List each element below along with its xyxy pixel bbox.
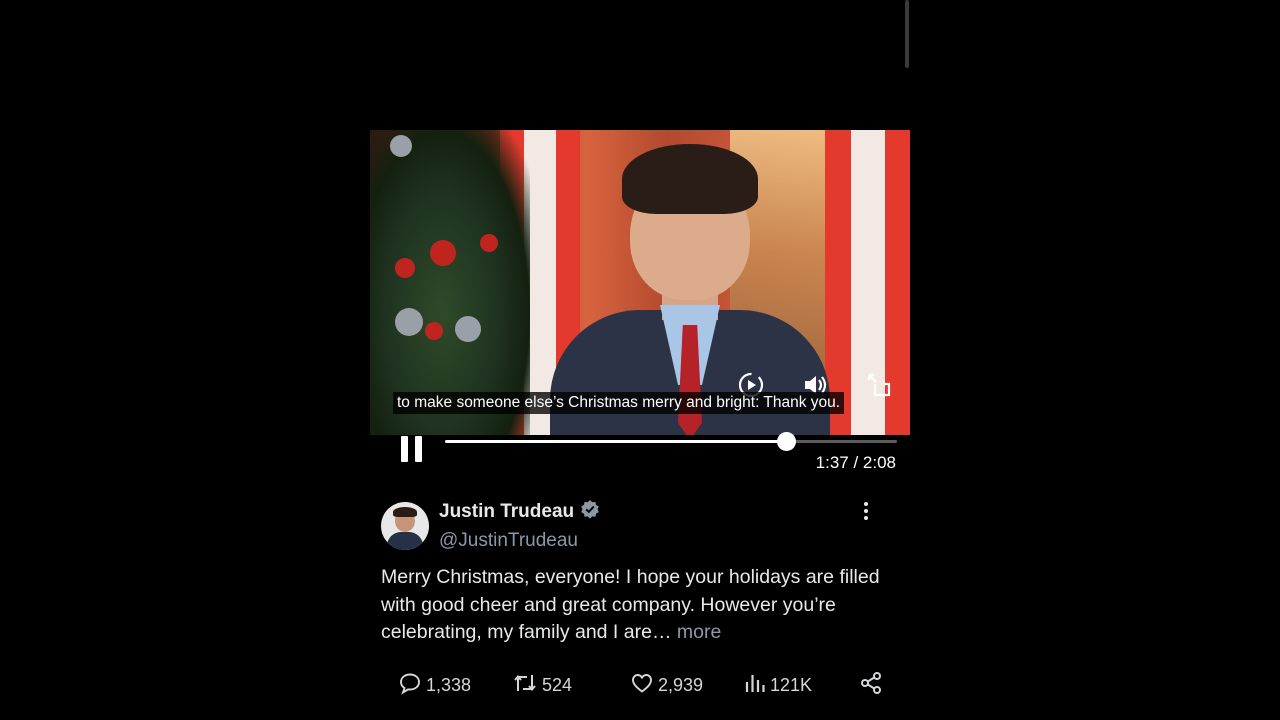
reply-icon	[398, 671, 422, 700]
heart-icon	[630, 671, 654, 700]
fullscreen-icon[interactable]	[864, 370, 894, 400]
views-count: 121K	[770, 674, 813, 695]
video-caption: to make someone else’s Christmas merry a…	[393, 392, 845, 414]
author-row: Justin Trudeau	[439, 499, 600, 524]
video-progress-bar[interactable]	[445, 432, 897, 451]
video-progress-fill	[445, 440, 787, 443]
avatar[interactable]	[381, 502, 429, 550]
tweet-body: Merry Christmas, everyone! I hope your h…	[381, 566, 880, 643]
tweet-detail: to make someone else’s Christmas merry a…	[370, 0, 910, 720]
video-scrubber-handle[interactable]	[777, 432, 797, 451]
retweet-button[interactable]: 524	[512, 670, 572, 700]
reply-count: 1,338	[426, 674, 472, 695]
like-button[interactable]: 2,939	[630, 670, 703, 700]
retweet-icon	[512, 671, 538, 700]
video-frame-tree	[370, 130, 530, 435]
action-bar: 1,338 524 2,939 121K	[370, 670, 910, 700]
show-more-link[interactable]: more	[677, 621, 721, 643]
video-time: 1:37 / 2:08	[815, 453, 896, 472]
video-player[interactable]: to make someone else’s Christmas merry a…	[370, 130, 910, 435]
reply-button[interactable]: 1,338	[398, 670, 471, 700]
author-name[interactable]: Justin Trudeau	[439, 501, 574, 523]
views-button[interactable]: 121K	[744, 670, 812, 700]
video-frame-speaker	[550, 140, 830, 435]
analytics-icon	[744, 671, 766, 700]
tweet-text: Merry Christmas, everyone! I hope your h…	[381, 564, 901, 647]
pause-button[interactable]	[401, 436, 425, 462]
more-options-icon[interactable]	[858, 500, 874, 522]
author-handle[interactable]: @JustinTrudeau	[439, 530, 578, 552]
share-button[interactable]	[859, 670, 883, 700]
share-icon	[859, 671, 883, 700]
verified-badge-icon	[580, 499, 600, 524]
like-count: 2,939	[658, 674, 704, 695]
retweet-count: 524	[542, 674, 573, 695]
